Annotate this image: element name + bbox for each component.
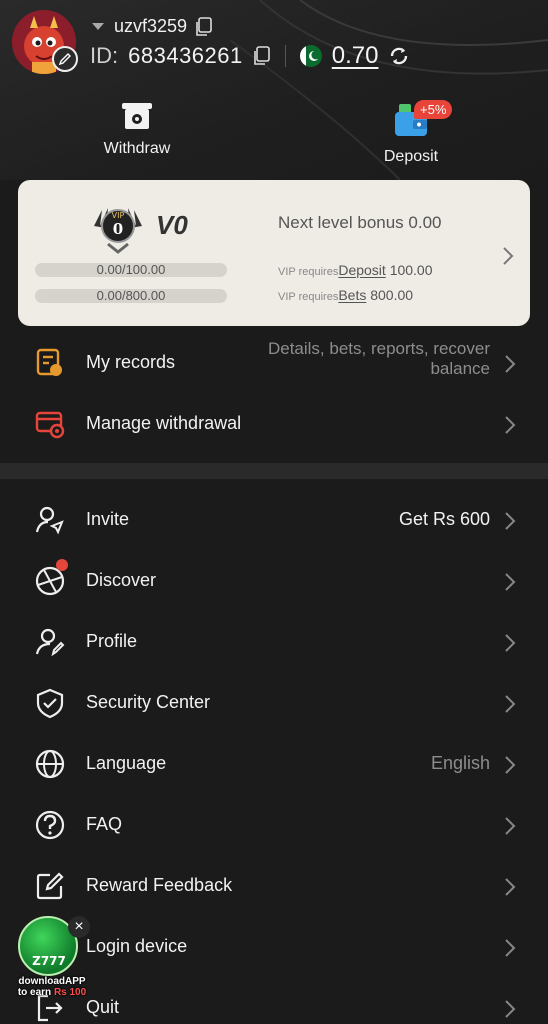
deposit-label: Deposit	[383, 148, 439, 165]
menu-item-discover[interactable]: Discover	[0, 551, 548, 611]
username: uzvf3259	[114, 16, 188, 36]
menu-label-reward-feedback: Reward Feedback	[86, 875, 233, 895]
close-promo-button[interactable]: ×	[68, 916, 90, 938]
bets-req-amount: 800.00	[370, 287, 414, 303]
menu-item-faq[interactable]: FAQ	[0, 795, 548, 855]
globe-icon	[35, 749, 65, 779]
chevron-right-icon	[505, 756, 516, 774]
divider	[284, 45, 286, 67]
deposit-button[interactable]: +5% Deposit	[376, 100, 453, 166]
menu-item-reward-feedback[interactable]: Reward Feedback	[0, 856, 548, 916]
withdraw-label: Withdraw	[103, 140, 171, 157]
chevron-right-icon	[505, 939, 516, 957]
vip-emblem-level: 0	[113, 220, 123, 238]
promo-line-2-prefix: to earn	[17, 987, 54, 998]
promo-line-1: downloadAPP	[18, 976, 86, 987]
menu-label-login-device: Login device	[86, 936, 188, 956]
current-language: English	[430, 753, 490, 773]
edit-avatar-button[interactable]	[52, 46, 78, 72]
bets-requirement: VIP requiresBets 800.00	[278, 287, 413, 303]
deposit-progress-text: 0.00/100.00	[96, 262, 166, 277]
vip-emblem-label: VIP	[112, 211, 125, 220]
menu-label-profile: Profile	[86, 631, 138, 651]
copy-id-icon[interactable]	[253, 46, 271, 66]
deposit-requirement: VIP requiresDeposit 100.00	[278, 262, 433, 278]
copy-icon[interactable]	[195, 16, 213, 37]
next-level-bonus: Next level bonus 0.00	[278, 213, 442, 232]
shield-icon	[36, 688, 64, 719]
refresh-icon[interactable]	[388, 45, 410, 67]
menu-item-language[interactable]: Language English	[0, 734, 548, 794]
chevron-right-icon	[505, 817, 516, 835]
invite-reward: Get Rs 600	[398, 509, 490, 529]
promo-text: downloadAPP to earn Rs 100	[12, 976, 92, 998]
chevron-right-icon	[505, 355, 516, 373]
menu-item-profile[interactable]: Profile	[0, 612, 548, 672]
promo-brand: Z777	[32, 954, 66, 968]
menu-item-my-records[interactable]: My records Details, bets, reports, recov…	[0, 333, 548, 393]
chevron-right-icon	[505, 878, 516, 896]
balance-amount[interactable]: 0.70	[332, 42, 379, 70]
profile-icon	[35, 628, 65, 657]
req-prefix-2: VIP requires	[278, 291, 339, 303]
chevron-right-icon	[505, 1000, 516, 1018]
menu-item-security-center[interactable]: Security Center	[0, 673, 548, 733]
menu-label-security-center: Security Center	[86, 692, 211, 712]
download-app-promo[interactable]: Z777 × downloadAPP to earn Rs 100	[12, 914, 92, 1004]
section-separator	[0, 463, 548, 479]
bets-progress-text: 0.00/800.00	[96, 288, 166, 303]
menu-item-manage-withdrawal[interactable]: Manage withdrawal	[0, 394, 548, 454]
menu-label-discover: Discover	[86, 570, 157, 590]
id-label: ID:	[90, 43, 119, 68]
user-id: 683436261	[128, 43, 243, 68]
chevron-right-icon	[505, 416, 516, 434]
chevron-right-icon	[505, 695, 516, 713]
manage-withdrawal-icon	[35, 411, 65, 439]
vip-card[interactable]: VIP 0 V0 Next level bonus 0.00 0.00/100.…	[18, 180, 530, 326]
invite-icon	[35, 506, 64, 535]
menu-item-invite[interactable]: Invite Get Rs 600	[0, 490, 548, 550]
menu-label-invite: Invite	[86, 509, 130, 529]
withdraw-icon	[122, 103, 152, 129]
chevron-right-icon	[505, 573, 516, 591]
bets-req-link[interactable]: Bets	[338, 287, 366, 303]
menu-label-language: Language	[86, 753, 167, 773]
deposit-req-amount: 100.00	[389, 262, 433, 278]
feedback-icon	[36, 872, 64, 900]
deposit-req-link[interactable]: Deposit	[338, 262, 385, 278]
chevron-right-icon	[505, 634, 516, 652]
records-icon	[36, 348, 62, 376]
chevron-right-icon	[503, 247, 514, 265]
menu-label-faq: FAQ	[86, 814, 123, 834]
vip-emblem-icon: VIP 0	[94, 208, 142, 254]
wifi-caret-icon	[92, 23, 104, 30]
bets-progress-bar: 0.00/800.00	[35, 288, 227, 303]
vip-level: V0	[156, 210, 188, 240]
question-icon	[35, 810, 65, 840]
promo-amount: Rs 100	[53, 987, 87, 998]
menu-label-manage-withdrawal: Manage withdrawal	[86, 413, 242, 433]
chevron-right-icon	[505, 512, 516, 530]
withdraw-button[interactable]: Withdraw	[96, 100, 178, 158]
pakistan-flag-icon	[299, 45, 322, 67]
deposit-bonus-badge: +5%	[414, 100, 453, 119]
deposit-progress-bar: 0.00/100.00	[35, 262, 227, 277]
notification-dot	[56, 559, 68, 571]
edit-pen-icon	[58, 53, 71, 66]
header-decoration	[229, 0, 548, 180]
profile-header: uzvf3259 ID: 683436261 0.70 Withdraw +5%…	[0, 0, 548, 180]
my-records-description: Details, bets, reports, recover balance	[267, 339, 490, 378]
req-prefix: VIP requires	[278, 266, 339, 278]
menu-label-my-records: My records	[86, 352, 176, 372]
